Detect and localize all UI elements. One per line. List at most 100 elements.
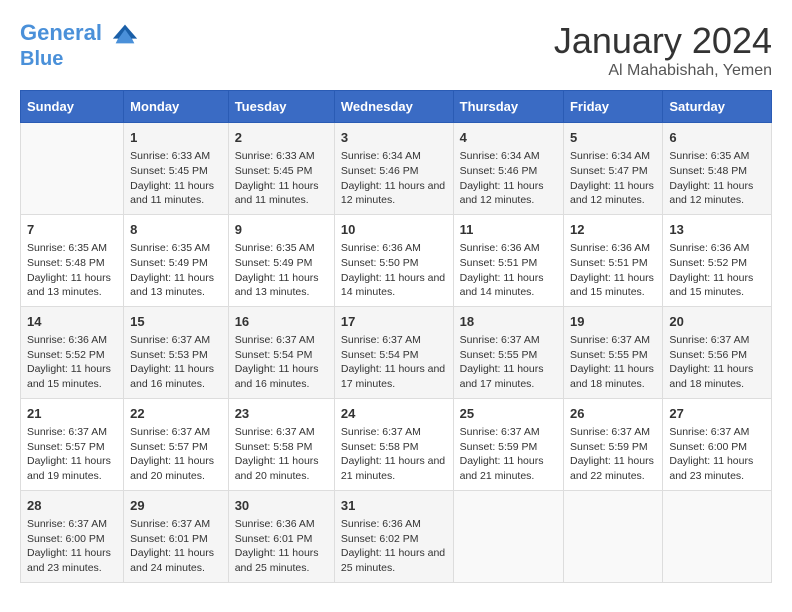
calendar-cell: 3Sunrise: 6:34 AM Sunset: 5:46 PM Daylig… bbox=[334, 123, 453, 215]
day-info: Sunrise: 6:35 AM Sunset: 5:48 PM Dayligh… bbox=[669, 149, 765, 208]
calendar-cell: 27Sunrise: 6:37 AM Sunset: 6:00 PM Dayli… bbox=[663, 398, 772, 490]
logo-line2: Blue bbox=[20, 48, 139, 70]
day-number: 6 bbox=[669, 129, 765, 147]
calendar-cell: 19Sunrise: 6:37 AM Sunset: 5:55 PM Dayli… bbox=[563, 306, 662, 398]
day-number: 27 bbox=[669, 405, 765, 423]
calendar-cell: 24Sunrise: 6:37 AM Sunset: 5:58 PM Dayli… bbox=[334, 398, 453, 490]
day-info: Sunrise: 6:37 AM Sunset: 5:58 PM Dayligh… bbox=[235, 425, 328, 484]
day-number: 7 bbox=[27, 221, 117, 239]
day-number: 22 bbox=[130, 405, 222, 423]
day-number: 8 bbox=[130, 221, 222, 239]
day-info: Sunrise: 6:36 AM Sunset: 5:50 PM Dayligh… bbox=[341, 241, 447, 300]
calendar-cell: 28Sunrise: 6:37 AM Sunset: 6:00 PM Dayli… bbox=[21, 490, 124, 582]
calendar-cell: 16 Sunrise: 6:37 AM Sunset: 5:54 PM Dayli… bbox=[228, 306, 334, 398]
month-title: January 2024 bbox=[554, 20, 772, 62]
day-info: Sunrise: 6:37 AM Sunset: 5:55 PM Dayligh… bbox=[570, 333, 656, 392]
header-monday: Monday bbox=[124, 91, 229, 123]
calendar-cell: 4 Sunrise: 6:34 AM Sunset: 5:46 PM Daylig… bbox=[453, 123, 563, 215]
day-number: 14 bbox=[27, 313, 117, 331]
day-info: Sunrise: 6:37 AM Sunset: 5:59 PM Dayligh… bbox=[460, 425, 557, 484]
week-row-2: 7 Sunrise: 6:35 AM Sunset: 5:48 PM Daylig… bbox=[21, 214, 772, 306]
day-number: 15 bbox=[130, 313, 222, 331]
header-wednesday: Wednesday bbox=[334, 91, 453, 123]
day-info: Sunrise: 6:36 AM Sunset: 5:52 PM Dayligh… bbox=[27, 333, 117, 392]
day-number: 12 bbox=[570, 221, 656, 239]
day-info: Sunrise: 6:36 AM Sunset: 5:52 PM Dayligh… bbox=[669, 241, 765, 300]
header-thursday: Thursday bbox=[453, 91, 563, 123]
day-number: 4 bbox=[460, 129, 557, 147]
day-number: 25 bbox=[460, 405, 557, 423]
title-block: January 2024 Al Mahabishah, Yemen bbox=[554, 20, 772, 80]
day-info: Sunrise: 6:37 AM Sunset: 5:54 PM Dayligh… bbox=[341, 333, 447, 392]
calendar-cell: 18 Sunrise: 6:37 AM Sunset: 5:55 PM Dayli… bbox=[453, 306, 563, 398]
day-number: 10 bbox=[341, 221, 447, 239]
header-saturday: Saturday bbox=[663, 91, 772, 123]
day-info: Sunrise: 6:37 AM Sunset: 5:57 PM Dayligh… bbox=[130, 425, 222, 484]
day-number: 23 bbox=[235, 405, 328, 423]
calendar-cell: 12 Sunrise: 6:36 AM Sunset: 5:51 PM Dayli… bbox=[563, 214, 662, 306]
header-tuesday: Tuesday bbox=[228, 91, 334, 123]
calendar-cell: 23 Sunrise: 6:37 AM Sunset: 5:58 PM Dayli… bbox=[228, 398, 334, 490]
day-number: 13 bbox=[669, 221, 765, 239]
day-info: Sunrise: 6:34 AM Sunset: 5:47 PM Dayligh… bbox=[570, 149, 656, 208]
day-number: 9 bbox=[235, 221, 328, 239]
day-info: Sunrise: 6:36 AM Sunset: 5:51 PM Dayligh… bbox=[570, 241, 656, 300]
day-info: Sunrise: 6:36 AM Sunset: 6:01 PM Dayligh… bbox=[235, 517, 328, 576]
calendar-cell: 30 Sunrise: 6:36 AM Sunset: 6:01 PM Dayli… bbox=[228, 490, 334, 582]
day-info: Sunrise: 6:37 AM Sunset: 5:54 PM Dayligh… bbox=[235, 333, 328, 392]
day-info: Sunrise: 6:37 AM Sunset: 5:55 PM Dayligh… bbox=[460, 333, 557, 392]
day-info: Sunrise: 6:36 AM Sunset: 5:51 PM Dayligh… bbox=[460, 241, 557, 300]
week-row-5: 28Sunrise: 6:37 AM Sunset: 6:00 PM Dayli… bbox=[21, 490, 772, 582]
calendar-cell: 8Sunrise: 6:35 AM Sunset: 5:49 PM Daylig… bbox=[124, 214, 229, 306]
day-info: Sunrise: 6:37 AM Sunset: 6:01 PM Dayligh… bbox=[130, 517, 222, 576]
day-number: 21 bbox=[27, 405, 117, 423]
header-row: SundayMondayTuesdayWednesdayThursdayFrid… bbox=[21, 91, 772, 123]
calendar-cell: 5 Sunrise: 6:34 AM Sunset: 5:47 PM Daylig… bbox=[563, 123, 662, 215]
day-number: 30 bbox=[235, 497, 328, 515]
day-info: Sunrise: 6:37 AM Sunset: 5:58 PM Dayligh… bbox=[341, 425, 447, 484]
calendar-cell: 2 Sunrise: 6:33 AM Sunset: 5:45 PM Daylig… bbox=[228, 123, 334, 215]
calendar-cell: 1 Sunrise: 6:33 AM Sunset: 5:45 PM Daylig… bbox=[124, 123, 229, 215]
page-header: General Blue January 2024 Al Mahabishah,… bbox=[20, 20, 772, 80]
day-info: Sunrise: 6:33 AM Sunset: 5:45 PM Dayligh… bbox=[235, 149, 328, 208]
calendar-cell: 20Sunrise: 6:37 AM Sunset: 5:56 PM Dayli… bbox=[663, 306, 772, 398]
day-number: 17 bbox=[341, 313, 447, 331]
week-row-1: 1 Sunrise: 6:33 AM Sunset: 5:45 PM Daylig… bbox=[21, 123, 772, 215]
calendar-cell: 6 Sunrise: 6:35 AM Sunset: 5:48 PM Daylig… bbox=[663, 123, 772, 215]
calendar-cell: 17 Sunrise: 6:37 AM Sunset: 5:54 PM Dayli… bbox=[334, 306, 453, 398]
logo: General Blue bbox=[20, 20, 139, 70]
day-number: 2 bbox=[235, 129, 328, 147]
calendar-cell: 10 Sunrise: 6:36 AM Sunset: 5:50 PM Dayli… bbox=[334, 214, 453, 306]
day-number: 11 bbox=[460, 221, 557, 239]
day-info: Sunrise: 6:33 AM Sunset: 5:45 PM Dayligh… bbox=[130, 149, 222, 208]
calendar-cell: 21 Sunrise: 6:37 AM Sunset: 5:57 PM Dayli… bbox=[21, 398, 124, 490]
week-row-3: 14 Sunrise: 6:36 AM Sunset: 5:52 PM Dayli… bbox=[21, 306, 772, 398]
calendar-cell: 29Sunrise: 6:37 AM Sunset: 6:01 PM Dayli… bbox=[124, 490, 229, 582]
calendar-cell: 25 Sunrise: 6:37 AM Sunset: 5:59 PM Dayli… bbox=[453, 398, 563, 490]
day-info: Sunrise: 6:37 AM Sunset: 5:59 PM Dayligh… bbox=[570, 425, 656, 484]
day-number: 16 bbox=[235, 313, 328, 331]
location-subtitle: Al Mahabishah, Yemen bbox=[554, 62, 772, 80]
calendar-cell: 14 Sunrise: 6:36 AM Sunset: 5:52 PM Dayli… bbox=[21, 306, 124, 398]
day-info: Sunrise: 6:35 AM Sunset: 5:49 PM Dayligh… bbox=[235, 241, 328, 300]
day-number: 5 bbox=[570, 129, 656, 147]
header-sunday: Sunday bbox=[21, 91, 124, 123]
calendar-cell bbox=[663, 490, 772, 582]
day-info: Sunrise: 6:35 AM Sunset: 5:48 PM Dayligh… bbox=[27, 241, 117, 300]
calendar-cell bbox=[563, 490, 662, 582]
calendar-cell: 7 Sunrise: 6:35 AM Sunset: 5:48 PM Daylig… bbox=[21, 214, 124, 306]
day-number: 1 bbox=[130, 129, 222, 147]
calendar-table: SundayMondayTuesdayWednesdayThursdayFrid… bbox=[20, 90, 772, 583]
day-number: 3 bbox=[341, 129, 447, 147]
day-info: Sunrise: 6:37 AM Sunset: 5:53 PM Dayligh… bbox=[130, 333, 222, 392]
day-number: 31 bbox=[341, 497, 447, 515]
day-number: 20 bbox=[669, 313, 765, 331]
calendar-cell: 22 Sunrise: 6:37 AM Sunset: 5:57 PM Dayli… bbox=[124, 398, 229, 490]
day-info: Sunrise: 6:34 AM Sunset: 5:46 PM Dayligh… bbox=[460, 149, 557, 208]
day-number: 28 bbox=[27, 497, 117, 515]
day-info: Sunrise: 6:37 AM Sunset: 5:57 PM Dayligh… bbox=[27, 425, 117, 484]
week-row-4: 21 Sunrise: 6:37 AM Sunset: 5:57 PM Dayli… bbox=[21, 398, 772, 490]
calendar-cell: 31Sunrise: 6:36 AM Sunset: 6:02 PM Dayli… bbox=[334, 490, 453, 582]
day-number: 26 bbox=[570, 405, 656, 423]
day-number: 18 bbox=[460, 313, 557, 331]
